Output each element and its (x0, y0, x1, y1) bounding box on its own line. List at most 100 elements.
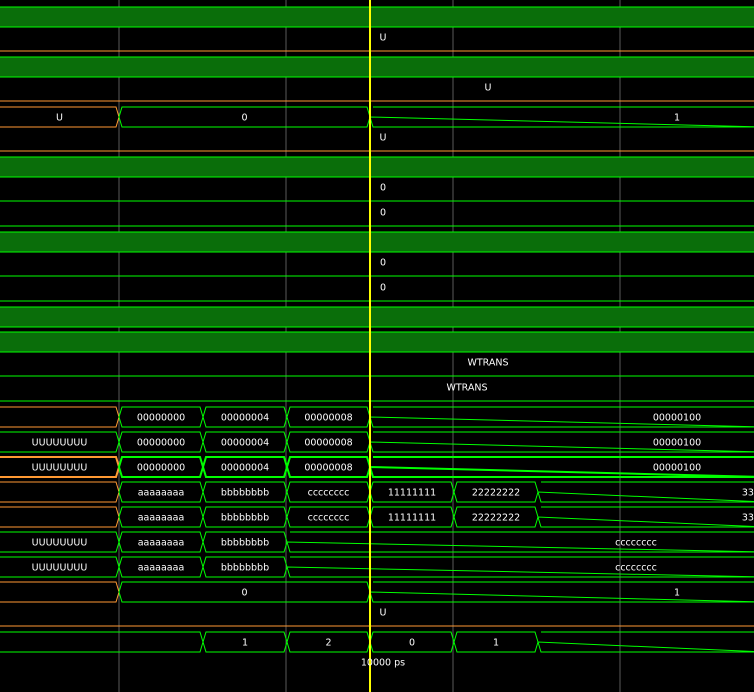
bus-segment-0 (0, 481, 120, 503)
bus-value-label: 1 (674, 588, 680, 599)
signal-value-label: 0 (380, 183, 386, 194)
signal-row-14[interactable]: WTRANS (0, 358, 754, 377)
signal-row-23[interactable]: 01 (0, 581, 754, 603)
signal-row-2[interactable] (0, 56, 754, 78)
bus-value-label: aaaaaaaa (138, 513, 185, 524)
signal-row-4[interactable]: U 0 1 (0, 106, 754, 128)
bus-value-label: 00000000 (137, 463, 185, 474)
bus-segment-2 (369, 581, 754, 603)
signal-value-label: U (485, 83, 492, 94)
bus-segment-3 (286, 556, 754, 578)
waveform-viewer[interactable]: U U U 0 1 U 0 0 0 0 WTRANS WTRANS 00000000 00000004 00… (0, 0, 754, 692)
signal-row-18[interactable]: UUUUUUUU 00000000 00000004 00000008 00000100 (0, 456, 754, 478)
bus-value-label: 1 (674, 113, 680, 124)
bus-value-label: 00000008 (304, 438, 352, 449)
signal-row-9[interactable] (0, 231, 754, 253)
clock-fill (0, 232, 754, 252)
clock-fill (0, 307, 754, 327)
bus-segment-0 (0, 506, 120, 528)
bus-value-label: 0 (241, 113, 247, 124)
bus-value-label: bbbbbbbb (221, 513, 269, 524)
clock-fill (0, 157, 754, 177)
signal-value-label: 0 (380, 258, 386, 269)
bus-value-label: 00000000 (137, 438, 185, 449)
clock-fill (0, 7, 754, 27)
bus-value-label: 1 (493, 638, 499, 649)
bus-value-label: 33333333 (742, 488, 754, 499)
signal-row-6[interactable] (0, 156, 754, 178)
signal-value-label: U (380, 608, 387, 619)
bus-segment-3 (286, 531, 754, 553)
signal-row-8[interactable]: 0 (0, 208, 754, 227)
signal-row-13[interactable] (0, 331, 754, 353)
bus-value-label: cccccccc (615, 538, 657, 549)
signal-row-5[interactable]: U (0, 133, 754, 152)
bus-value-label: 00000004 (221, 463, 269, 474)
bus-value-label: aaaaaaaa (138, 563, 185, 574)
bus-value-label: 11111111 (388, 488, 436, 499)
signal-value-label: 0 (380, 208, 386, 219)
bus-value-label: 00000008 (304, 413, 352, 424)
signal-row-11[interactable]: 0 (0, 283, 754, 302)
signal-value-label: U (380, 133, 387, 144)
bus-segment-0 (0, 631, 204, 653)
bus-value-label: aaaaaaaa (138, 488, 185, 499)
bus-value-label: bbbbbbbb (221, 538, 269, 549)
bus-value-label: 00000100 (653, 438, 701, 449)
bus-segment-6 (537, 481, 754, 503)
bus-value-label: 22222222 (472, 488, 520, 499)
bus-value-label: U (56, 113, 63, 124)
bus-value-label: aaaaaaaa (138, 538, 185, 549)
bus-value-label: 22222222 (472, 513, 520, 524)
bus-segment-6 (537, 506, 754, 528)
bus-value-label: cccccccc (308, 488, 350, 499)
clock-fill (0, 332, 754, 352)
signal-row-21[interactable]: UUUUUUUU aaaaaaaa bbbbbbbb cccccccc (0, 531, 754, 553)
bus-value-label: 00000008 (304, 463, 352, 474)
bus-value-label: 00000100 (653, 413, 701, 424)
bus-segment-0 (0, 406, 120, 428)
signal-rows: UUU 0 1U0000WTRANSWTRANS00000000 00000004 00… (0, 6, 754, 653)
bus-value-label: 00000004 (221, 413, 269, 424)
signal-row-19[interactable]: aaaaaaaa bbbbbbbb cccccccc 11111111 22222222… (0, 481, 754, 503)
bus-value-label: 2 (325, 638, 331, 649)
signal-row-22[interactable]: UUUUUUUU aaaaaaaa bbbbbbbb cccccccc (0, 556, 754, 578)
bus-value-label: 11111111 (388, 513, 436, 524)
signal-row-3[interactable]: U (0, 83, 754, 102)
signal-value-label: U (380, 33, 387, 44)
signal-row-7[interactable]: 0 (0, 183, 754, 202)
bus-value-label: cccccccc (615, 563, 657, 574)
signal-row-1[interactable]: U (0, 33, 754, 52)
signal-value-label: WTRANS (446, 383, 487, 394)
signal-row-10[interactable]: 0 (0, 258, 754, 277)
signal-row-16[interactable]: 00000000 00000004 00000008 00000100 (0, 406, 754, 428)
bus-value-label: UUUUUUUU (32, 438, 88, 449)
cursor-time-label: 10000 ps (361, 658, 405, 669)
signal-row-20[interactable]: aaaaaaaa bbbbbbbb cccccccc 11111111 22222222… (0, 506, 754, 528)
signal-value-label: 0 (380, 283, 386, 294)
bus-value-label: 0 (241, 588, 247, 599)
bus-segment-5 (537, 631, 754, 653)
bus-value-label: bbbbbbbb (221, 563, 269, 574)
signal-row-17[interactable]: UUUUUUUU 00000000 00000004 00000008 00000100 (0, 431, 754, 453)
signal-row-0[interactable] (0, 6, 754, 28)
bus-value-label: 0 (409, 638, 415, 649)
signal-row-12[interactable] (0, 306, 754, 328)
bus-segment-2 (369, 106, 754, 128)
bus-value-label: 00000000 (137, 413, 185, 424)
bus-value-label: cccccccc (308, 513, 350, 524)
signal-row-25[interactable]: 1 2 0 1 (0, 631, 754, 653)
signal-value-label: WTRANS (467, 358, 508, 369)
bus-value-label: 33333333 (742, 513, 754, 524)
bus-value-label: 00000100 (653, 463, 701, 474)
bus-value-label: 1 (242, 638, 248, 649)
waveform-canvas[interactable]: UUU 0 1U0000WTRANSWTRANS00000000 00000004 00… (0, 0, 754, 692)
bus-value-label: UUUUUUUU (32, 563, 88, 574)
clock-fill (0, 57, 754, 77)
bus-value-label: UUUUUUUU (32, 538, 88, 549)
bus-value-label: bbbbbbbb (221, 488, 269, 499)
bus-segment-0 (0, 581, 120, 603)
bus-value-label: 00000004 (221, 438, 269, 449)
signal-row-15[interactable]: WTRANS (0, 383, 754, 402)
signal-row-24[interactable]: U (0, 608, 754, 627)
